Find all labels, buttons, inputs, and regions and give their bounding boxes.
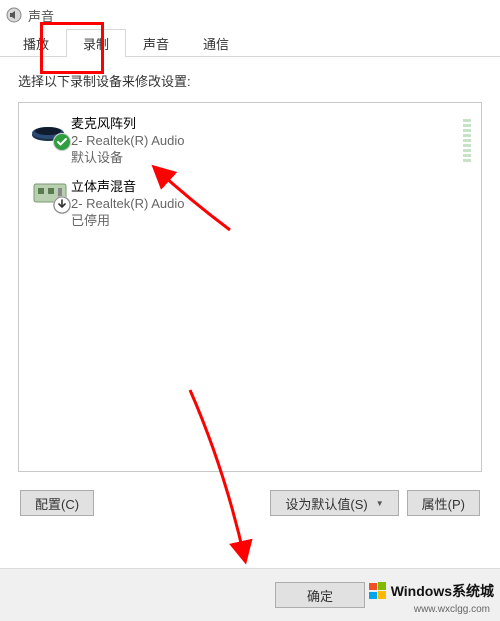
check-icon — [53, 133, 71, 151]
buttons-row: 配置(C) 设为默认值(S) ▼ 属性(P) — [18, 490, 482, 516]
device-icon-mic — [29, 115, 71, 145]
content-area: 选择以下录制设备来修改设置: — [0, 57, 500, 516]
set-default-button[interactable]: 设为默认值(S) ▼ — [270, 490, 398, 516]
watermark-url: www.wxclgg.com — [414, 604, 490, 615]
windows-logo-icon — [369, 582, 387, 600]
tab-playback[interactable]: 播放 — [6, 29, 66, 57]
properties-button-label: 属性(P) — [422, 494, 465, 513]
properties-button[interactable]: 属性(P) — [407, 490, 480, 516]
right-buttons: 设为默认值(S) ▼ 属性(P) — [270, 490, 480, 516]
device-name: 麦克风阵列 — [71, 115, 184, 132]
device-driver: 2- Realtek(R) Audio — [71, 132, 184, 149]
configure-button-label: 配置(C) — [35, 494, 79, 513]
chevron-down-icon: ▼ — [376, 499, 384, 508]
device-name: 立体声混音 — [71, 178, 184, 195]
title-bar: 声音 — [0, 0, 500, 30]
level-meter — [463, 119, 471, 162]
prompt-text: 选择以下录制设备来修改设置: — [18, 71, 482, 90]
device-status: 已停用 — [71, 212, 184, 229]
device-icon-card — [29, 178, 71, 208]
tab-sounds-label: 声音 — [143, 37, 169, 52]
device-text: 立体声混音 2- Realtek(R) Audio 已停用 — [71, 178, 184, 229]
tab-recording[interactable]: 录制 — [66, 29, 126, 57]
window-title: 声音 — [28, 6, 54, 25]
ok-button[interactable]: 确定 — [275, 582, 365, 608]
arrow-down-icon — [53, 196, 71, 214]
device-status: 默认设备 — [71, 149, 184, 166]
tab-recording-label: 录制 — [83, 37, 109, 52]
ok-button-label: 确定 — [307, 589, 333, 604]
tab-comm-label: 通信 — [203, 37, 229, 52]
configure-button[interactable]: 配置(C) — [20, 490, 94, 516]
list-item[interactable]: 麦克风阵列 2- Realtek(R) Audio 默认设备 — [25, 109, 475, 172]
tab-sounds[interactable]: 声音 — [126, 29, 186, 57]
tab-strip: 播放 录制 声音 通信 — [0, 30, 500, 57]
watermark: Windows系统城 — [369, 581, 494, 601]
tab-comm[interactable]: 通信 — [186, 29, 246, 57]
device-list[interactable]: 麦克风阵列 2- Realtek(R) Audio 默认设备 — [18, 102, 482, 472]
tab-playback-label: 播放 — [23, 37, 49, 52]
list-item[interactable]: 立体声混音 2- Realtek(R) Audio 已停用 — [25, 172, 475, 235]
set-default-label: 设为默认值(S) — [285, 494, 367, 513]
watermark-text: Windows系统城 — [391, 581, 494, 601]
speaker-icon — [6, 7, 22, 23]
device-text: 麦克风阵列 2- Realtek(R) Audio 默认设备 — [71, 115, 184, 166]
device-driver: 2- Realtek(R) Audio — [71, 195, 184, 212]
